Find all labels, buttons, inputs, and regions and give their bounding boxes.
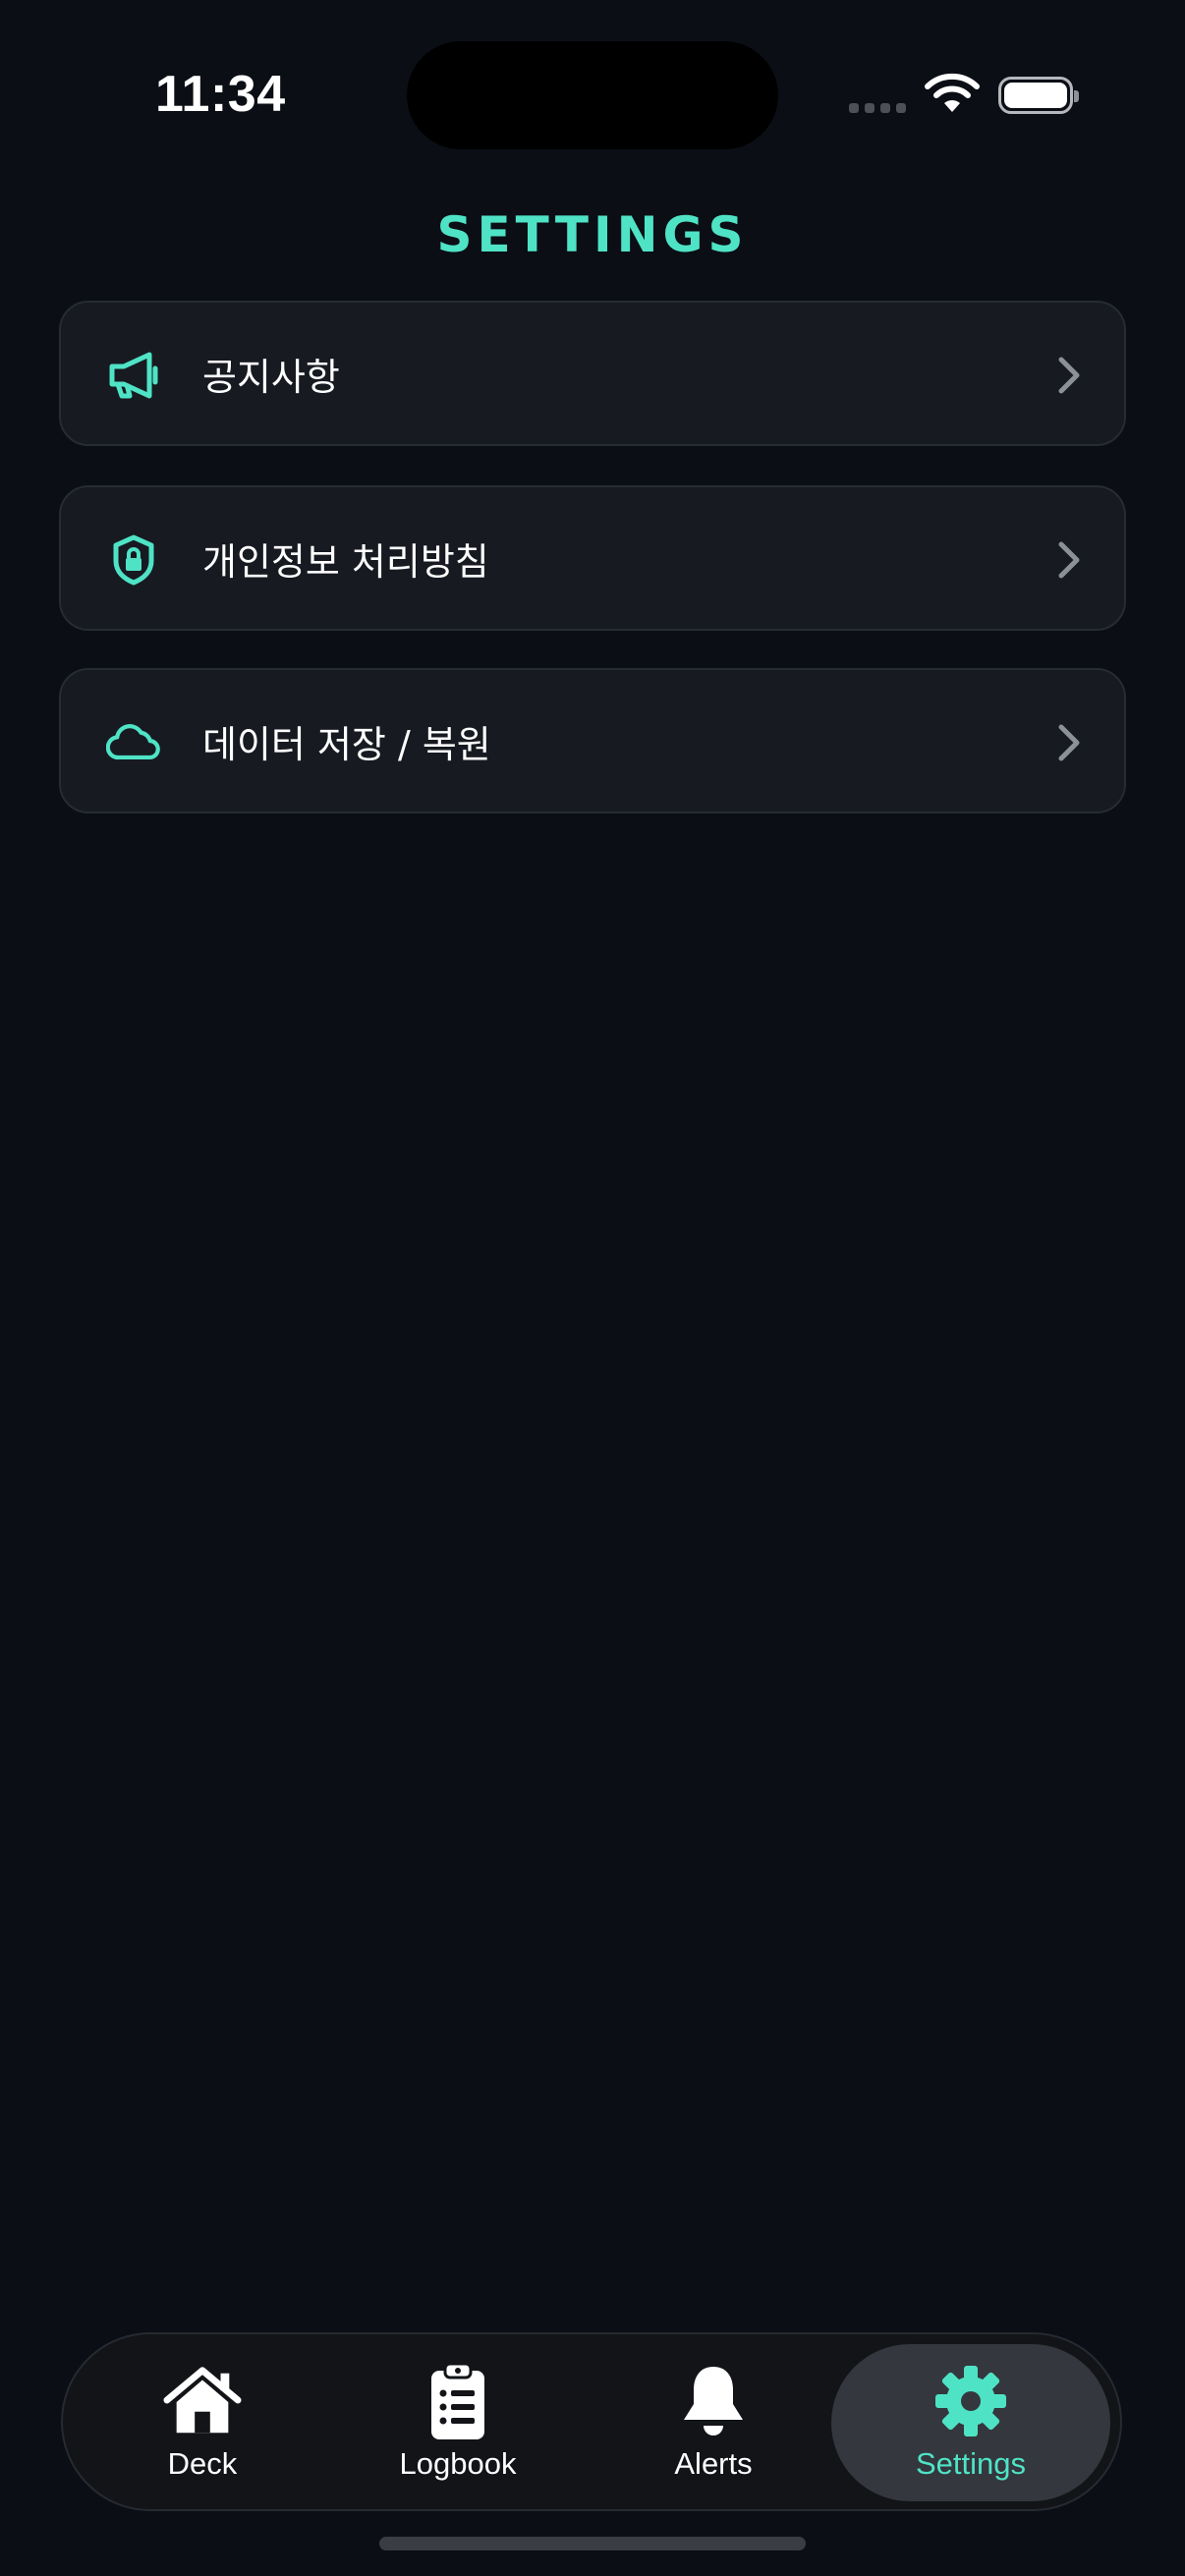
status-time: 11:34 — [155, 66, 286, 123]
menu-item-notices[interactable]: 공지사항 — [59, 301, 1126, 446]
shield-lock-icon — [106, 532, 161, 588]
cloud-icon — [106, 715, 161, 770]
tab-label: Alerts — [674, 2446, 753, 2481]
menu-item-label: 공지사항 — [202, 355, 340, 399]
chevron-right-icon — [1058, 724, 1080, 761]
bell-icon — [674, 2362, 753, 2440]
tab-alerts[interactable]: Alerts — [586, 2344, 841, 2501]
battery-icon — [998, 77, 1079, 114]
chevron-right-icon — [1058, 541, 1080, 579]
megaphone-icon — [106, 348, 161, 403]
tab-label: Deck — [167, 2446, 238, 2481]
home-indicator[interactable] — [379, 2537, 806, 2550]
gear-icon — [931, 2362, 1010, 2440]
page-title: SETTINGS — [436, 206, 749, 263]
menu-item-label: 데이터 저장 / 복원 — [202, 722, 491, 766]
cellular-signal-icon — [849, 103, 906, 113]
menu-item-data-backup-restore[interactable]: 데이터 저장 / 복원 — [59, 668, 1126, 813]
wifi-icon — [925, 73, 980, 112]
chevron-right-icon — [1058, 357, 1080, 394]
menu-item-label: 개인정보 처리방침 — [202, 539, 489, 584]
tab-logbook[interactable]: Logbook — [330, 2344, 586, 2501]
tab-settings[interactable]: Settings — [831, 2344, 1110, 2501]
home-icon — [163, 2362, 242, 2440]
tab-deck[interactable]: Deck — [75, 2344, 330, 2501]
tab-label: Settings — [915, 2446, 1026, 2481]
tab-bar: Deck Logbook Alerts Settings — [61, 2332, 1122, 2511]
clipboard-list-icon — [419, 2362, 497, 2440]
menu-item-privacy-policy[interactable]: 개인정보 처리방침 — [59, 485, 1126, 631]
tab-label: Logbook — [399, 2446, 517, 2481]
dynamic-island — [407, 41, 778, 149]
